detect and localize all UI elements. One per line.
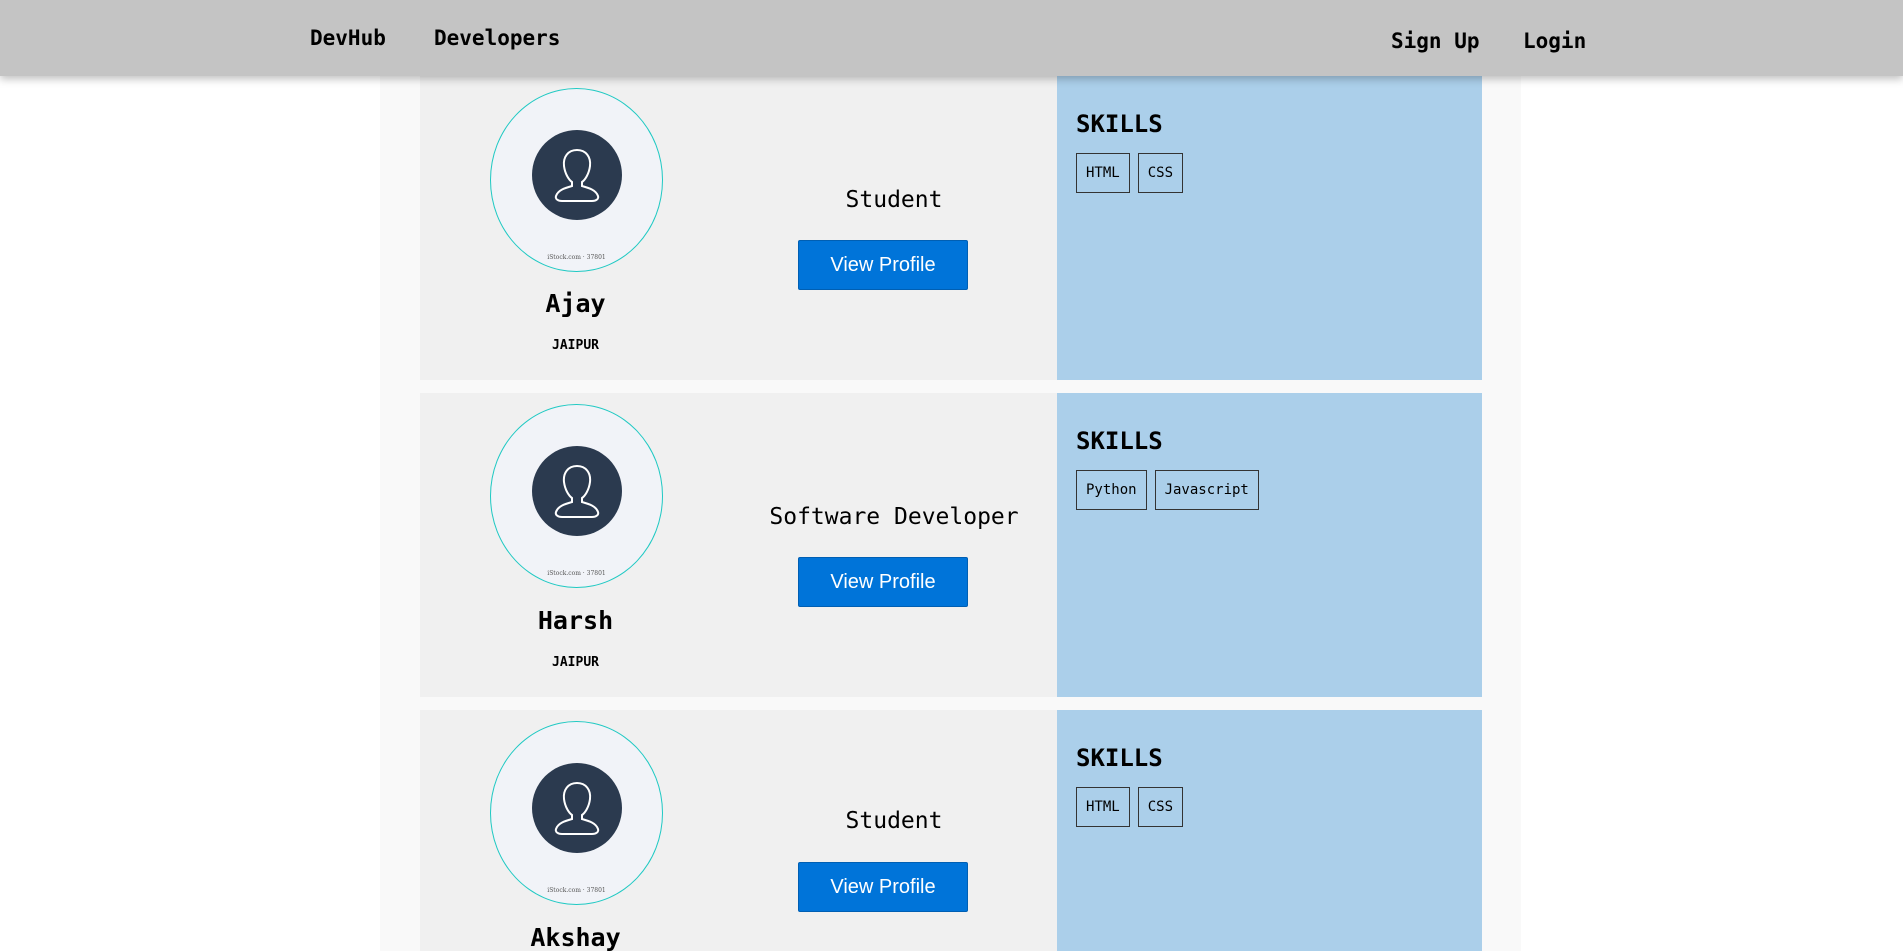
skill-tag: HTML: [1076, 153, 1130, 193]
skills-list: HTML CSS: [1076, 153, 1184, 193]
avatar: iStock.com · 37801: [490, 88, 663, 272]
signup-link[interactable]: Sign Up: [1391, 29, 1480, 53]
developer-card: iStock.com · 37801 Ajay JAIPUR Student V…: [420, 76, 1482, 380]
developer-title: Student: [845, 187, 943, 213]
navbar: DevHub Developers Sign Up Login: [0, 0, 1903, 76]
developer-name: Harsh: [537, 606, 614, 635]
developer-title: Software Developer: [769, 504, 1019, 530]
avatar-watermark: iStock.com · 37801: [547, 570, 606, 577]
skills-panel: SKILLS Python Javascript: [1057, 393, 1482, 697]
skill-tag: HTML: [1076, 787, 1130, 827]
avatar: iStock.com · 37801: [490, 721, 663, 905]
developer-title: Student: [845, 808, 943, 834]
developer-info: iStock.com · 37801 Akshay Student View P…: [420, 710, 1057, 951]
developer-card: iStock.com · 37801 Akshay Student View P…: [420, 710, 1482, 951]
user-silhouette-icon: [532, 763, 622, 853]
skills-panel: SKILLS HTML CSS: [1057, 76, 1482, 380]
view-profile-button[interactable]: View Profile: [798, 557, 968, 607]
skill-tag: Javascript: [1154, 470, 1259, 510]
avatar: iStock.com · 37801: [490, 404, 663, 588]
developer-info: iStock.com · 37801 Harsh JAIPUR Software…: [420, 393, 1057, 697]
developer-info: iStock.com · 37801 Ajay JAIPUR Student V…: [420, 76, 1057, 380]
avatar-watermark: iStock.com · 37801: [547, 887, 606, 894]
skill-tag: CSS: [1137, 153, 1184, 193]
view-profile-button[interactable]: View Profile: [798, 240, 968, 290]
skills-list: Python Javascript: [1076, 470, 1259, 510]
developer-card: iStock.com · 37801 Harsh JAIPUR Software…: [420, 393, 1482, 697]
view-profile-button[interactable]: View Profile: [798, 862, 968, 912]
user-silhouette-icon: [532, 446, 622, 536]
developer-city: JAIPUR: [552, 655, 599, 670]
skills-heading: SKILLS: [1076, 110, 1163, 138]
skills-list: HTML CSS: [1076, 787, 1184, 827]
skills-panel: SKILLS HTML CSS: [1057, 710, 1482, 951]
skill-tag: Python: [1076, 470, 1147, 510]
developer-name: Ajay: [545, 289, 606, 318]
skills-heading: SKILLS: [1076, 427, 1163, 455]
developer-city: JAIPUR: [552, 338, 599, 353]
login-link[interactable]: Login: [1523, 29, 1586, 53]
skill-tag: CSS: [1137, 787, 1184, 827]
avatar-watermark: iStock.com · 37801: [547, 254, 606, 261]
user-silhouette-icon: [532, 130, 622, 220]
developers-link[interactable]: Developers: [434, 26, 560, 50]
brand-link[interactable]: DevHub: [310, 26, 386, 50]
skills-heading: SKILLS: [1076, 744, 1163, 772]
developer-name: Akshay: [530, 923, 621, 951]
